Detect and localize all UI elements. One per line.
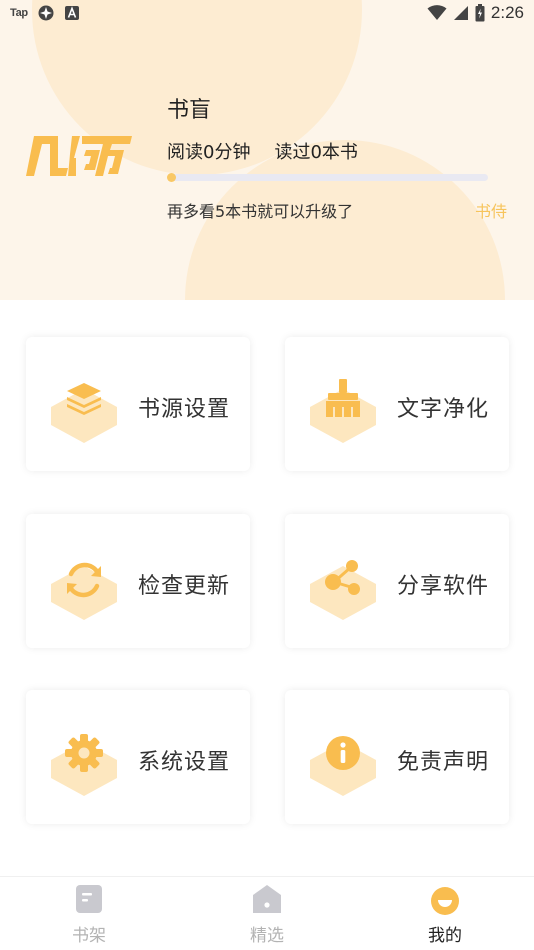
level-progress-dot xyxy=(167,173,176,182)
menu-card-disclaimer[interactable]: 免责声明 xyxy=(285,690,509,824)
home-icon xyxy=(253,885,281,913)
profile-smile-icon xyxy=(431,887,459,915)
nav-tab-bookshelf[interactable]: 书架 xyxy=(44,877,134,950)
status-bar: Tap 2:26 xyxy=(0,0,534,28)
tap-badge: Tap xyxy=(10,7,28,19)
bottom-navigation: 书架 精选 我的 xyxy=(0,876,534,950)
app-logo xyxy=(26,136,132,176)
bookshelf-icon xyxy=(76,885,102,913)
books-read: 读过0本书 xyxy=(274,142,358,163)
menu-card-system-settings[interactable]: 系统设置 xyxy=(26,690,250,824)
broom-icon xyxy=(310,379,376,443)
menu-card-source-settings[interactable]: 书源设置 xyxy=(26,337,250,471)
battery-icon xyxy=(475,4,485,22)
compass-icon xyxy=(38,5,54,21)
signal-icon xyxy=(453,6,468,20)
share-icon xyxy=(310,560,376,620)
level-badge: 书侍 xyxy=(474,202,507,221)
nav-tab-mine[interactable]: 我的 xyxy=(400,877,490,950)
read-time: 阅读0分钟 xyxy=(167,142,251,163)
clock: 2:26 xyxy=(490,3,524,22)
menu-card-label: 免责声明 xyxy=(397,750,490,775)
profile-header: 书盲 阅读0分钟 读过0本书 再多看5本书就可以升级了 书侍 xyxy=(0,0,534,300)
menu-card-share-app[interactable]: 分享软件 xyxy=(285,514,509,648)
gear-icon xyxy=(51,734,117,796)
nav-tab-featured[interactable]: 精选 xyxy=(222,877,312,950)
menu-card-text-purify[interactable]: 文字净化 xyxy=(285,337,509,471)
nav-label: 精选 xyxy=(250,926,284,946)
layers-icon xyxy=(51,383,117,443)
refresh-icon xyxy=(51,562,117,620)
a-square-icon xyxy=(64,6,79,20)
menu-card-label: 检查更新 xyxy=(138,574,231,599)
nav-label: 我的 xyxy=(428,926,462,946)
menu-card-check-update[interactable]: 检查更新 xyxy=(26,514,250,648)
level-progress-bar xyxy=(167,173,488,182)
menu-card-label: 文字净化 xyxy=(397,397,490,422)
reading-stats: 阅读0分钟 读过0本书 xyxy=(167,138,358,164)
wifi-icon xyxy=(427,5,447,20)
menu-card-label: 分享软件 xyxy=(397,574,490,599)
menu-card-label: 系统设置 xyxy=(138,750,231,775)
info-icon xyxy=(310,736,376,796)
upgrade-hint: 再多看5本书就可以升级了 xyxy=(167,202,354,221)
menu-card-label: 书源设置 xyxy=(138,397,231,422)
nav-label: 书架 xyxy=(72,926,106,946)
user-title: 书盲 xyxy=(167,98,212,123)
